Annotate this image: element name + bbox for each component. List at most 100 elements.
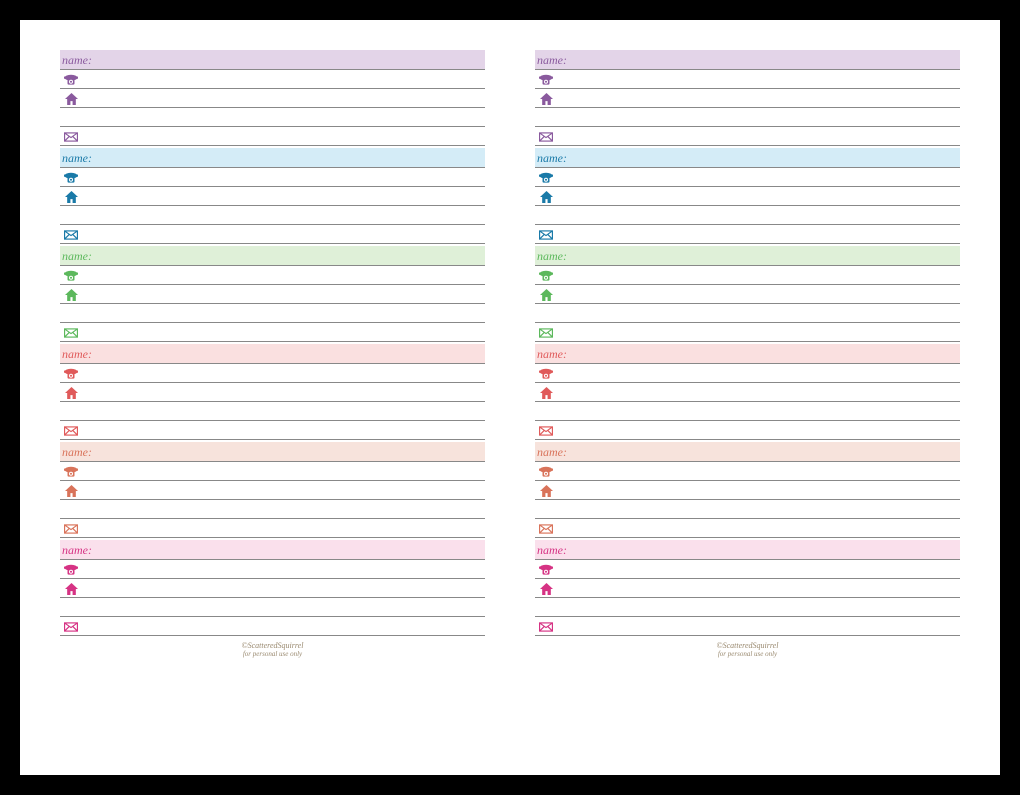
mail-icon bbox=[537, 129, 555, 144]
email-field[interactable] bbox=[535, 519, 960, 538]
address-field[interactable] bbox=[535, 383, 960, 402]
phone-field[interactable] bbox=[60, 462, 485, 481]
name-field[interactable]: name: bbox=[60, 344, 485, 364]
name-field[interactable]: name: bbox=[535, 540, 960, 560]
mail-icon bbox=[537, 423, 555, 438]
home-icon bbox=[537, 385, 555, 400]
email-field[interactable] bbox=[535, 127, 960, 146]
phone-icon bbox=[62, 464, 80, 479]
contact-entry: name: bbox=[535, 246, 960, 342]
email-field[interactable] bbox=[60, 127, 485, 146]
address-field-2[interactable] bbox=[60, 304, 485, 323]
address-field[interactable] bbox=[60, 579, 485, 598]
contact-entry: name: bbox=[535, 442, 960, 538]
phone-icon bbox=[62, 268, 80, 283]
home-icon bbox=[62, 385, 80, 400]
phone-field[interactable] bbox=[535, 560, 960, 579]
phone-icon bbox=[537, 170, 555, 185]
mail-icon bbox=[537, 227, 555, 242]
address-field-2[interactable] bbox=[535, 304, 960, 323]
address-field-2[interactable] bbox=[535, 402, 960, 421]
contact-entry: name: bbox=[535, 540, 960, 636]
email-field[interactable] bbox=[535, 421, 960, 440]
contact-entry: name: bbox=[60, 442, 485, 538]
phone-icon bbox=[62, 366, 80, 381]
mail-icon bbox=[62, 227, 80, 242]
address-field[interactable] bbox=[535, 481, 960, 500]
home-icon bbox=[62, 189, 80, 204]
name-field[interactable]: name: bbox=[535, 246, 960, 266]
footer-credit: ©ScatteredSquirrelfor personal use only bbox=[535, 642, 960, 658]
address-field[interactable] bbox=[535, 187, 960, 206]
address-field-2[interactable] bbox=[60, 598, 485, 617]
phone-field[interactable] bbox=[60, 266, 485, 285]
address-field-2[interactable] bbox=[60, 500, 485, 519]
phone-field[interactable] bbox=[535, 266, 960, 285]
mail-icon bbox=[62, 521, 80, 536]
name-field[interactable]: name: bbox=[60, 442, 485, 462]
contact-entry: name: bbox=[60, 246, 485, 342]
email-field[interactable] bbox=[535, 225, 960, 244]
home-icon bbox=[62, 581, 80, 596]
address-field-2[interactable] bbox=[60, 108, 485, 127]
address-field[interactable] bbox=[60, 89, 485, 108]
name-field[interactable]: name: bbox=[535, 50, 960, 70]
address-field-2[interactable] bbox=[60, 206, 485, 225]
email-field[interactable] bbox=[60, 323, 485, 342]
email-field[interactable] bbox=[60, 617, 485, 636]
footer-note: for personal use only bbox=[60, 651, 485, 659]
address-field-2[interactable] bbox=[535, 500, 960, 519]
mail-icon bbox=[537, 619, 555, 634]
footer-credit: ©ScatteredSquirrelfor personal use only bbox=[60, 642, 485, 658]
name-field[interactable]: name: bbox=[535, 344, 960, 364]
home-icon bbox=[537, 483, 555, 498]
name-field[interactable]: name: bbox=[60, 540, 485, 560]
address-field-2[interactable] bbox=[535, 598, 960, 617]
phone-icon bbox=[537, 366, 555, 381]
phone-icon bbox=[537, 464, 555, 479]
phone-field[interactable] bbox=[535, 364, 960, 383]
phone-field[interactable] bbox=[535, 70, 960, 89]
address-field[interactable] bbox=[535, 579, 960, 598]
address-field[interactable] bbox=[60, 187, 485, 206]
phone-field[interactable] bbox=[535, 462, 960, 481]
email-field[interactable] bbox=[60, 225, 485, 244]
name-field[interactable]: name: bbox=[60, 148, 485, 168]
email-field[interactable] bbox=[535, 617, 960, 636]
contact-entry: name: bbox=[60, 344, 485, 440]
email-field[interactable] bbox=[60, 519, 485, 538]
home-icon bbox=[62, 91, 80, 106]
phone-field[interactable] bbox=[535, 168, 960, 187]
home-icon bbox=[537, 287, 555, 302]
home-icon bbox=[537, 91, 555, 106]
email-field[interactable] bbox=[60, 421, 485, 440]
name-field[interactable]: name: bbox=[535, 442, 960, 462]
column-left: name: name: name: name: name: name: ©Scattered… bbox=[60, 50, 485, 765]
address-field[interactable] bbox=[535, 285, 960, 304]
email-field[interactable] bbox=[535, 323, 960, 342]
address-field-2[interactable] bbox=[535, 206, 960, 225]
address-field[interactable] bbox=[60, 383, 485, 402]
phone-icon bbox=[537, 562, 555, 577]
contact-entry: name: bbox=[535, 50, 960, 146]
phone-field[interactable] bbox=[60, 560, 485, 579]
phone-icon bbox=[62, 72, 80, 87]
address-field[interactable] bbox=[535, 89, 960, 108]
address-field[interactable] bbox=[60, 285, 485, 304]
phone-icon bbox=[537, 268, 555, 283]
phone-field[interactable] bbox=[60, 364, 485, 383]
name-field[interactable]: name: bbox=[60, 50, 485, 70]
address-field[interactable] bbox=[60, 481, 485, 500]
mail-icon bbox=[62, 129, 80, 144]
contact-entry: name: bbox=[60, 540, 485, 636]
name-field[interactable]: name: bbox=[60, 246, 485, 266]
address-field-2[interactable] bbox=[535, 108, 960, 127]
home-icon bbox=[537, 189, 555, 204]
footer-note: for personal use only bbox=[535, 651, 960, 659]
contact-entry: name: bbox=[535, 148, 960, 244]
phone-icon bbox=[62, 562, 80, 577]
name-field[interactable]: name: bbox=[535, 148, 960, 168]
address-field-2[interactable] bbox=[60, 402, 485, 421]
phone-field[interactable] bbox=[60, 70, 485, 89]
phone-field[interactable] bbox=[60, 168, 485, 187]
